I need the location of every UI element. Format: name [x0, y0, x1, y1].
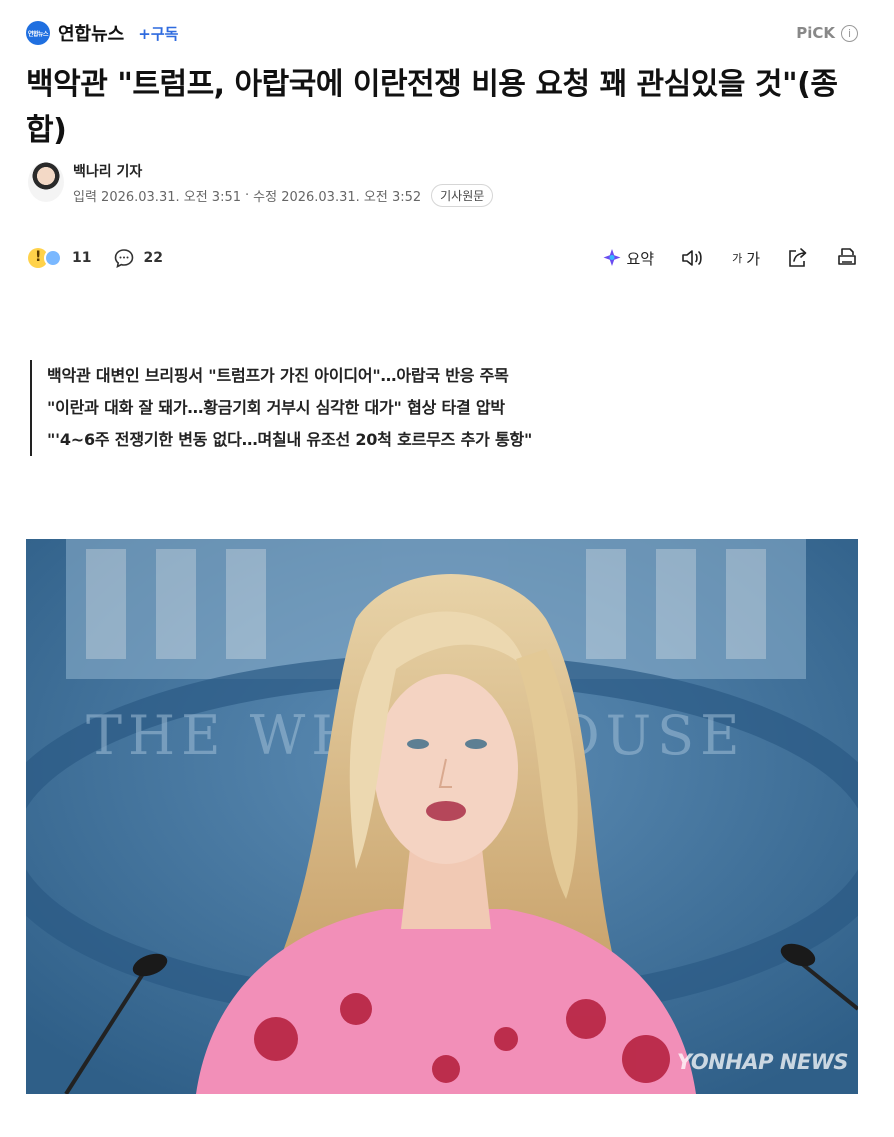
reporter-avatar[interactable]	[28, 162, 64, 202]
summary-line: 백악관 대변인 브리핑서 "트럼프가 가진 아이디어"…아랍국 반응 주목	[47, 366, 509, 385]
pick-label: PiCK	[796, 24, 835, 42]
article-action-bar: 11 22 요약 가가	[26, 243, 858, 273]
summary-line: "'4~6주 전쟁기한 변동 없다…며칠내 유조선 20척 호르무즈 추가 통항…	[47, 430, 533, 449]
reaction-button[interactable]: 11	[26, 246, 91, 270]
summary-label: 요약	[626, 249, 655, 268]
comment-count: 22	[143, 250, 163, 266]
article-title: 백악관 "트럼프, 아랍국에 이란전쟁 비용 요청 꽤 관심있을 것"(종합)	[26, 67, 838, 148]
input-date: 입력 2026.03.31. 오전 3:51	[73, 190, 241, 205]
press-logo[interactable]: 연합뉴스	[26, 21, 50, 45]
pick-badge[interactable]: PiCK i	[796, 24, 858, 42]
byline: 백나리 기자 입력 2026.03.31. 오전 3:51 · 수정 2026.…	[26, 160, 858, 207]
font-size-large-label: 가	[746, 249, 760, 268]
comment-icon	[115, 249, 134, 268]
summary-button[interactable]: 요약	[602, 248, 654, 269]
font-size-small-label: 가	[732, 252, 743, 265]
reporter-name[interactable]: 백나리 기자	[73, 161, 142, 181]
press-name[interactable]: 연합뉴스	[58, 20, 124, 46]
share-icon	[789, 248, 807, 267]
tts-button[interactable]	[680, 247, 706, 269]
original-article-button[interactable]: 기사원문	[431, 184, 494, 207]
article-tools: 요약 가가	[602, 247, 858, 269]
edit-date: 수정 2026.03.31. 오전 3:52	[253, 190, 422, 205]
ai-summary-icon	[603, 249, 621, 266]
article-summary: 백악관 대변인 브리핑서 "트럼프가 가진 아이디어"…아랍국 반응 주목 "이…	[30, 360, 850, 456]
reaction-emoji-icon	[26, 246, 64, 270]
comment-button[interactable]: 22	[113, 247, 163, 269]
reaction-count: 11	[72, 250, 92, 266]
date-separator: ·	[245, 188, 250, 203]
print-button[interactable]	[836, 247, 858, 269]
share-button[interactable]	[786, 247, 810, 269]
summary-line: "이란과 대화 잘 돼가…황금기회 거부시 심각한 대가" 협상 타결 압박	[47, 398, 505, 417]
article-photo[interactable]: THE WHITE HOUSE YONHAP NEWS	[26, 539, 858, 1094]
article-dates: 입력 2026.03.31. 오전 3:51 · 수정 2026.03.31. …	[73, 184, 494, 207]
press-bar: 연합뉴스 연합뉴스 +구독 PiCK i	[26, 20, 858, 46]
press-briefing-photo: THE WHITE HOUSE	[26, 539, 858, 1094]
font-size-button[interactable]: 가가	[732, 248, 760, 269]
print-icon	[838, 248, 856, 265]
yonhap-watermark: YONHAP NEWS	[676, 1050, 849, 1074]
subscribe-button[interactable]: +구독	[138, 23, 178, 44]
info-icon[interactable]: i	[841, 24, 858, 42]
speaker-icon	[682, 250, 702, 266]
